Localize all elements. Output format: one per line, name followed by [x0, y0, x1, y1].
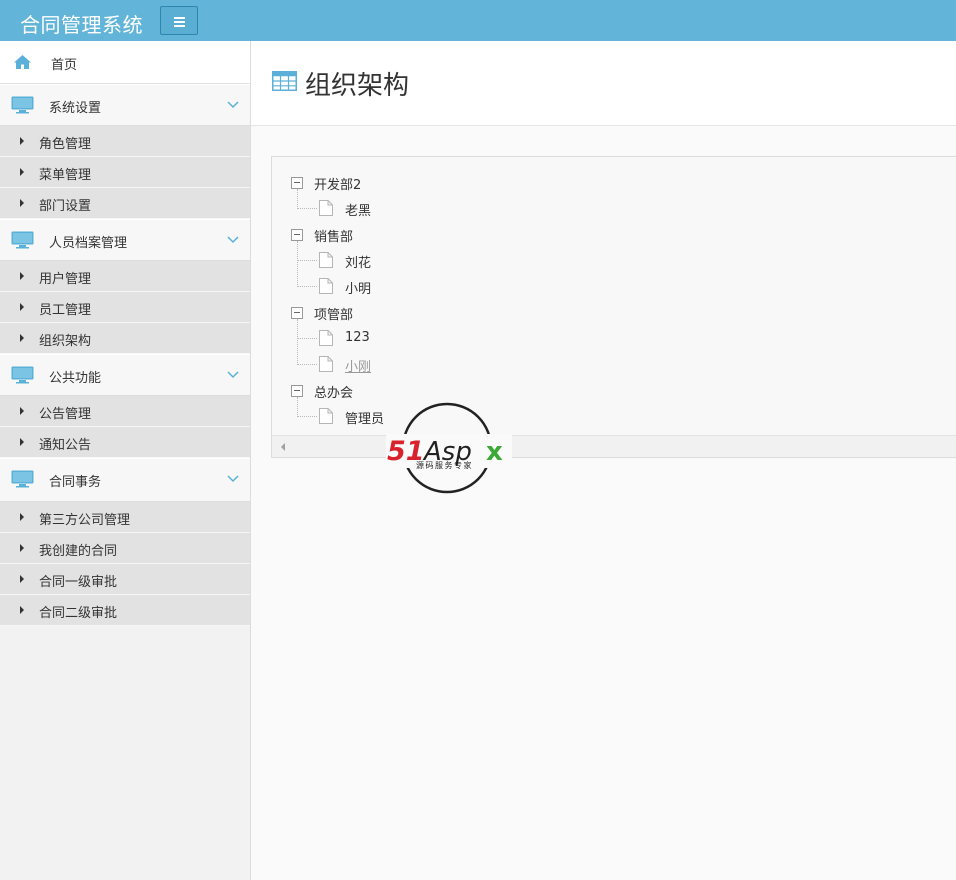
sidebar-group-label: 人员档案管理	[49, 236, 128, 251]
file-icon	[319, 278, 333, 294]
org-tree-panel: 开发部2 老黑 销售部 刘花 小明 项管部 123 小刚 总办会 管理员	[271, 156, 956, 458]
monitor-icon	[11, 470, 34, 488]
sidebar-item-first-level-approval[interactable]: 合同一级审批	[0, 564, 250, 595]
page-title: 组织架构	[305, 71, 410, 101]
caret-right-icon	[20, 575, 24, 583]
tree-node-dept[interactable]: 总办会	[314, 382, 353, 401]
sidebar-group-label: 合同事务	[49, 475, 102, 490]
sidebar-item-label: 公告管理	[39, 407, 92, 422]
caret-right-icon	[20, 137, 24, 145]
minus-square-icon[interactable]	[291, 177, 303, 189]
minus-square-icon[interactable]	[291, 385, 303, 397]
watermark-tagline: 源码服务专家	[416, 460, 473, 470]
app-title: 合同管理系统	[20, 13, 143, 37]
horizontal-scrollbar[interactable]	[272, 435, 956, 457]
sidebar-group-personnel-records[interactable]: 人员档案管理	[0, 219, 250, 261]
chevron-down-icon[interactable]	[227, 236, 239, 244]
menu-toggle-button[interactable]	[160, 6, 198, 35]
tree-leaf-member[interactable]: 老黑	[345, 200, 371, 219]
sidebar-item-label: 角色管理	[39, 137, 92, 152]
sidebar-item-home[interactable]: 首页	[0, 41, 250, 84]
sidebar: 首页 系统设置 角色管理 菜单管理 部门设置 人员档案管理 用户管理 员工管理 …	[0, 41, 251, 880]
chevron-down-icon[interactable]	[227, 101, 239, 109]
tree-leaf-member[interactable]: 小刚	[345, 356, 371, 375]
tree-leaf-member[interactable]: 123	[345, 330, 370, 345]
sidebar-item-notice-announcement[interactable]: 通知公告	[0, 427, 250, 458]
sidebar-item-label: 组织架构	[39, 334, 92, 349]
minus-square-icon[interactable]	[291, 307, 303, 319]
sidebar-item-announcement-management[interactable]: 公告管理	[0, 396, 250, 427]
tree-node-dept[interactable]: 项管部	[314, 304, 353, 323]
scroll-left-arrow-icon[interactable]	[281, 443, 285, 451]
sidebar-item-label: 我创建的合同	[39, 544, 118, 559]
caret-right-icon	[20, 334, 24, 342]
sidebar-item-my-contracts[interactable]: 我创建的合同	[0, 533, 250, 564]
caret-right-icon	[20, 438, 24, 446]
tree-node-dept[interactable]: 开发部2	[314, 174, 361, 193]
tree-leaf-member[interactable]: 刘花	[345, 252, 371, 271]
sidebar-item-label: 合同二级审批	[39, 606, 118, 621]
chevron-down-icon[interactable]	[227, 371, 239, 379]
file-icon	[319, 356, 333, 372]
sidebar-group-label: 公共功能	[49, 371, 102, 386]
tree-leaf-member[interactable]: 管理员	[345, 408, 384, 427]
sidebar-item-label: 用户管理	[39, 272, 92, 287]
chevron-down-icon[interactable]	[227, 475, 239, 483]
sidebar-item-department-settings[interactable]: 部门设置	[0, 188, 250, 219]
sidebar-item-label: 员工管理	[39, 303, 92, 318]
sidebar-item-label: 第三方公司管理	[39, 513, 131, 528]
monitor-icon	[11, 231, 34, 249]
main-content: 组织架构 开发部2 老黑 销售部 刘花 小明 项管部 123 小刚 总办会 管理…	[251, 41, 956, 880]
sidebar-item-role-management[interactable]: 角色管理	[0, 126, 250, 157]
caret-right-icon	[20, 544, 24, 552]
hamburger-icon	[174, 17, 185, 19]
sidebar-item-label: 合同一级审批	[39, 575, 118, 590]
sidebar-item-label: 首页	[51, 58, 78, 73]
watermark-brand-green: x	[486, 437, 503, 467]
table-icon	[272, 71, 297, 91]
sidebar-item-third-party-companies[interactable]: 第三方公司管理	[0, 502, 250, 533]
file-icon	[319, 252, 333, 268]
file-icon	[319, 330, 333, 346]
sidebar-item-label: 部门设置	[39, 199, 92, 214]
caret-right-icon	[20, 407, 24, 415]
tree-leaf-member[interactable]: 小明	[345, 278, 371, 297]
sidebar-item-second-level-approval[interactable]: 合同二级审批	[0, 595, 250, 626]
file-icon	[319, 408, 333, 424]
minus-square-icon[interactable]	[291, 229, 303, 241]
sidebar-item-org-structure[interactable]: 组织架构	[0, 323, 250, 354]
caret-right-icon	[20, 513, 24, 521]
sidebar-item-label: 菜单管理	[39, 168, 92, 183]
sidebar-item-label: 通知公告	[39, 438, 92, 453]
sidebar-group-label: 系统设置	[49, 101, 102, 116]
sidebar-item-employee-management[interactable]: 员工管理	[0, 292, 250, 323]
caret-right-icon	[20, 303, 24, 311]
caret-right-icon	[20, 272, 24, 280]
top-bar: 合同管理系统	[0, 0, 956, 41]
caret-right-icon	[20, 168, 24, 176]
home-icon	[14, 55, 31, 69]
sidebar-item-user-management[interactable]: 用户管理	[0, 261, 250, 292]
monitor-icon	[11, 366, 34, 384]
tree-node-dept[interactable]: 销售部	[314, 226, 353, 245]
page-header: 组织架构	[251, 41, 956, 126]
sidebar-item-menu-management[interactable]: 菜单管理	[0, 157, 250, 188]
monitor-icon	[11, 96, 34, 114]
caret-right-icon	[20, 199, 24, 207]
sidebar-group-system-settings[interactable]: 系统设置	[0, 84, 250, 126]
watermark-logo: 51 Asp x 源码服务专家	[386, 402, 512, 494]
caret-right-icon	[20, 606, 24, 614]
file-icon	[319, 200, 333, 216]
sidebar-group-contract-affairs[interactable]: 合同事务	[0, 458, 250, 502]
sidebar-group-public-functions[interactable]: 公共功能	[0, 354, 250, 396]
